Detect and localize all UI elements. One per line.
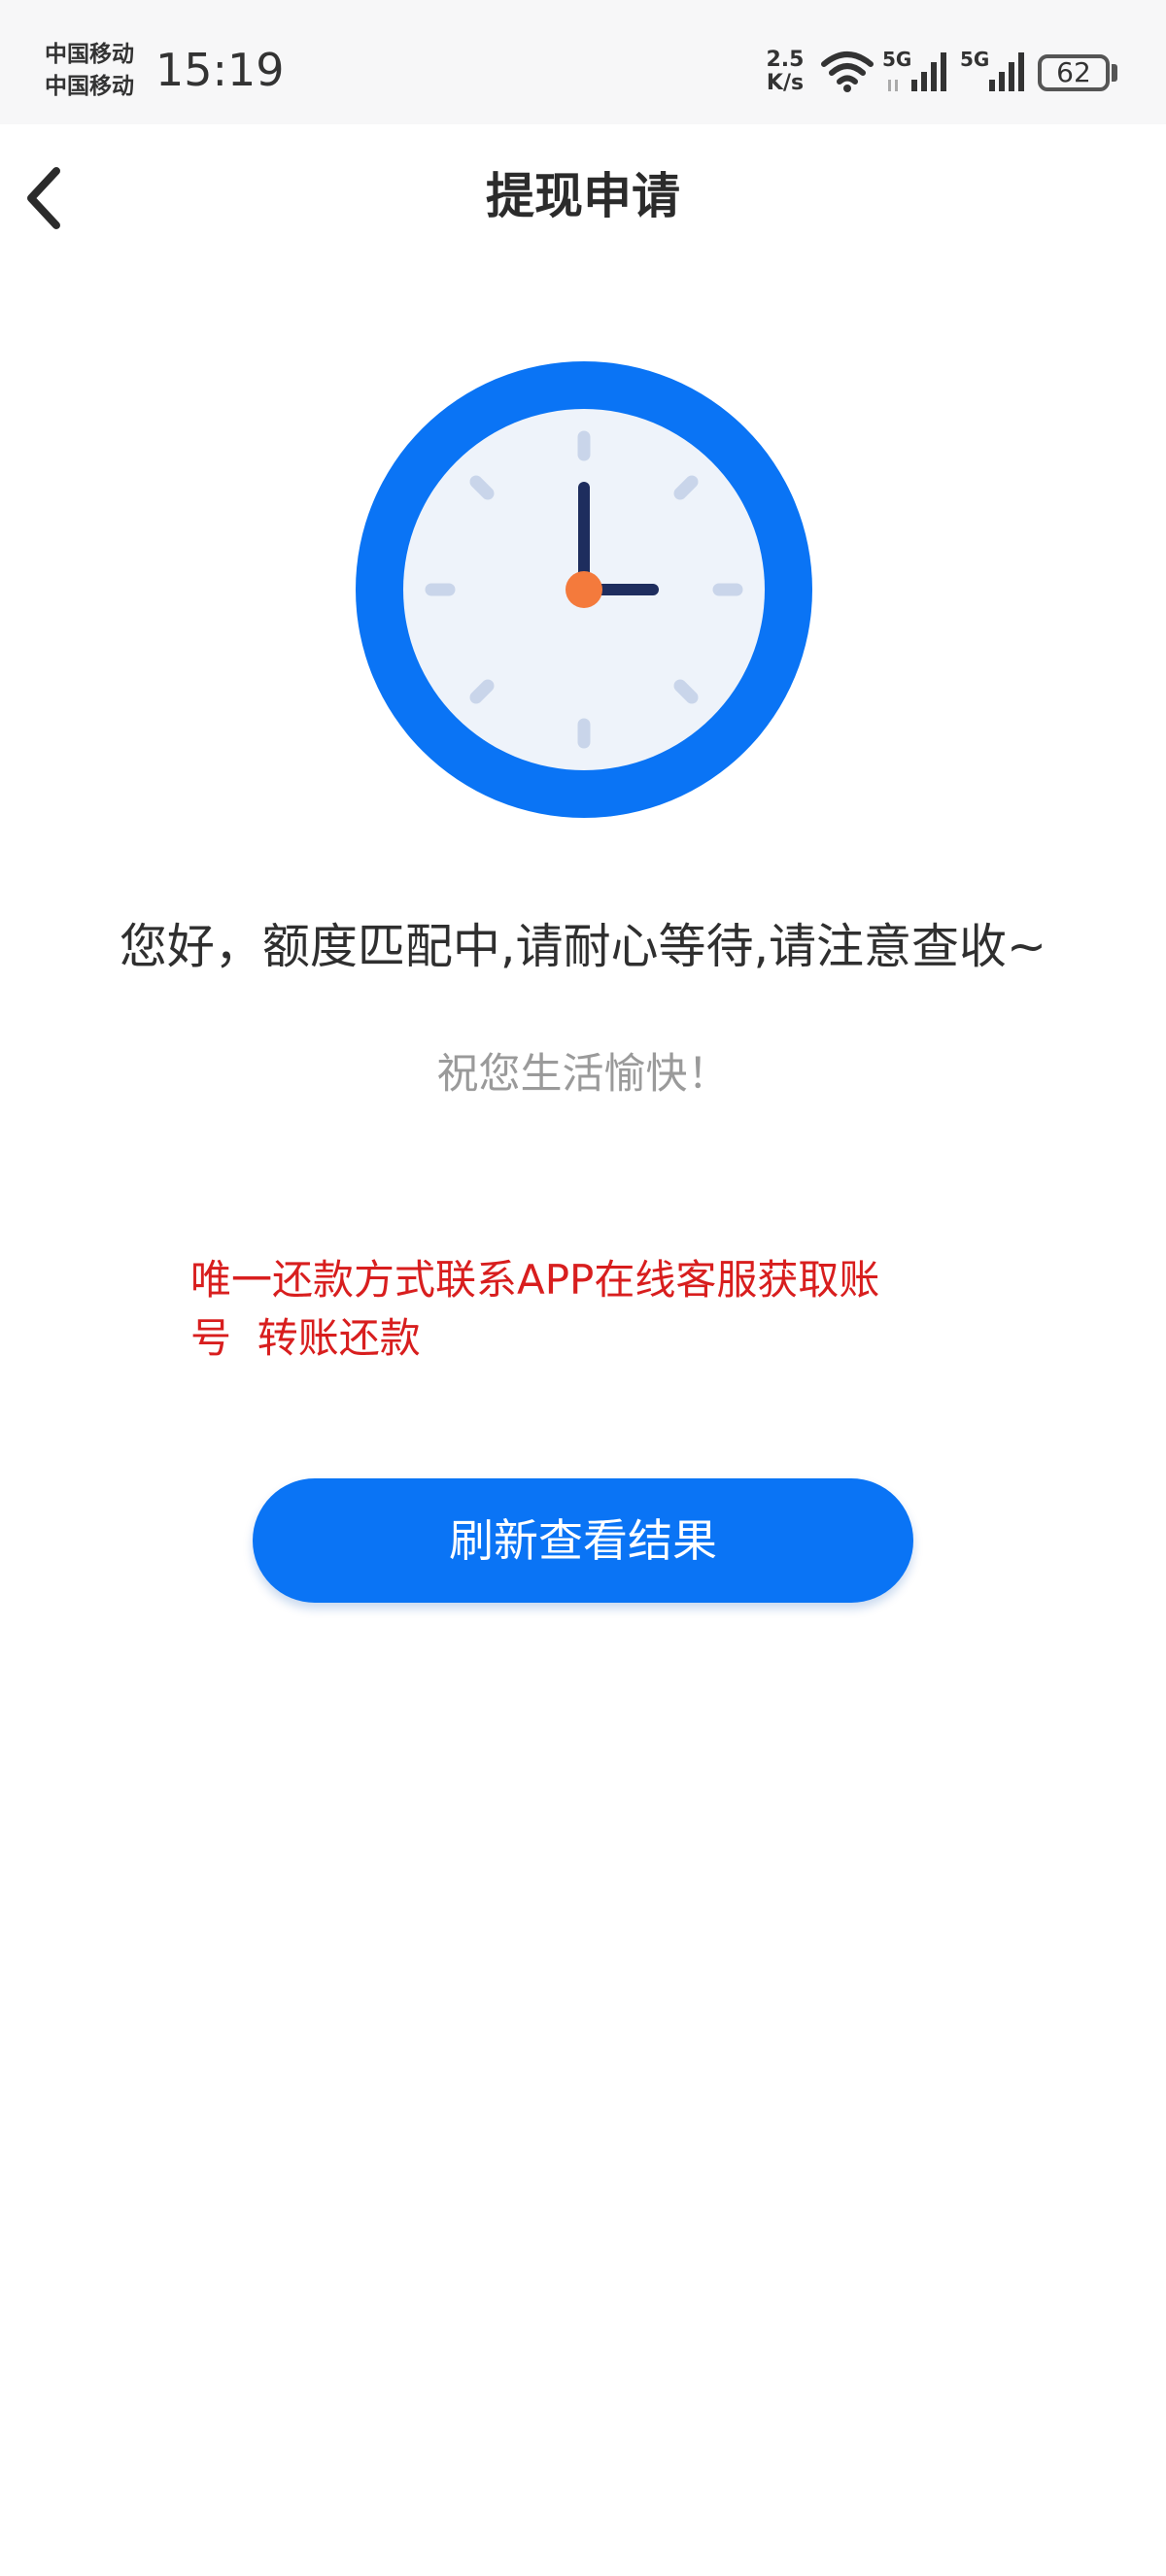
page-title: 提现申请 [486, 168, 680, 224]
network-speed-value: 2.5 [766, 48, 805, 72]
status-message: 您好，额度匹配中,请耐心等待,请注意查收~ [119, 919, 1047, 974]
status-bar: 中国移动 中国移动 15:19 2.5 K/s 5G 5G 62 [0, 0, 1166, 124]
carrier-1: 中国移动 [45, 42, 134, 67]
clock-center [566, 571, 602, 608]
carrier-info: 中国移动 中国移动 [45, 39, 134, 103]
wish-message: 祝您生活愉快！ [436, 1050, 730, 1099]
carrier-2: 中国移动 [45, 74, 134, 99]
network-speed-unit: K/s [766, 71, 805, 95]
network-speed: 2.5 K/s [762, 49, 808, 95]
notice-line-2: 号 转账还款 [190, 1314, 421, 1362]
signal-5g-icon: 5G [882, 48, 946, 91]
signal-1-label: 5G [882, 48, 911, 71]
nav-bar: 提现申请 [0, 124, 1166, 270]
clock-icon [356, 361, 812, 818]
signal-5g-icon: 5G [960, 48, 1024, 91]
wifi-icon [821, 51, 874, 92]
battery-icon: 62 [1038, 54, 1110, 91]
battery-tip [1112, 64, 1117, 82]
signal-2-label: 5G [960, 48, 989, 71]
withdrawal-status-page: 中国移动 中国移动 15:19 2.5 K/s 5G 5G 62 提现申请 您好… [0, 0, 1166, 2576]
notice-line-1: 唯一还款方式联系APP在线客服获取账 [190, 1256, 880, 1304]
status-time: 15:19 [155, 44, 285, 96]
refresh-result-button[interactable]: 刷新查看结果 [253, 1478, 913, 1603]
repayment-notice: 唯一还款方式联系APP在线客服获取账 号 转账还款 [190, 1251, 968, 1368]
